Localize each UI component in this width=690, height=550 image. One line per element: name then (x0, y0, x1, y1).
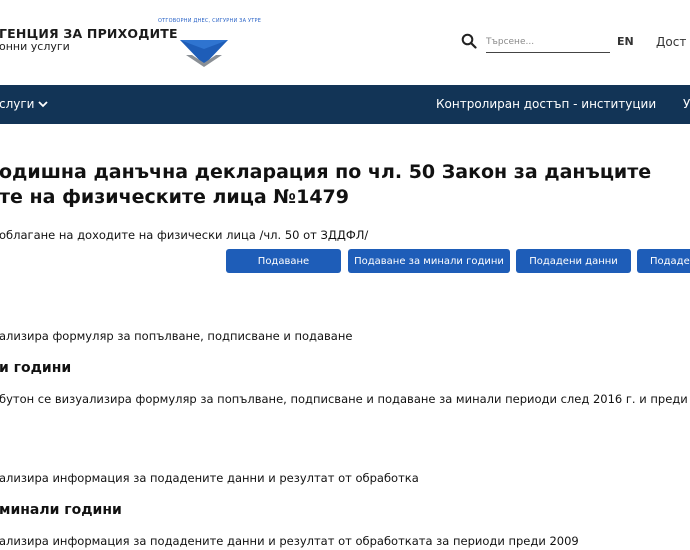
section-past-years-heading: и години (0, 360, 72, 376)
language-switch[interactable]: EN (617, 35, 634, 48)
main-navbar: слуги Контролиран достъп - институции У (0, 85, 690, 124)
page-title: одишна данъчна декларация по чл. 50 Зако… (0, 160, 690, 210)
agency-subtitle: онни услуги (0, 40, 70, 53)
page-subtitle: облагане на доходите на физически лица /… (0, 228, 369, 242)
nav-item-cut[interactable]: У (683, 97, 690, 111)
search-icon[interactable] (461, 33, 477, 49)
nav-services-label: слуги (0, 97, 35, 111)
submitted-data-button[interactable]: Подадени данни (516, 249, 631, 273)
nav-services-menu[interactable]: слуги (0, 97, 49, 111)
section-submit-text: ализира формуляр за попълване, подписван… (0, 329, 353, 343)
section-submitted-text: ализира информация за подадените данни и… (0, 471, 419, 485)
logo-caption: ОТГОВОРНИ ДНЕС, СИГУРНИ ЗА УТРЕ (158, 18, 262, 24)
section-past-years-text: бутон се визуализира формуляр за попълва… (0, 392, 690, 406)
section-submitted-past-text: ализира информация за подадените данни и… (0, 534, 579, 548)
agency-name[interactable]: ГЕНЦИЯ ЗА ПРИХОДИТЕ (0, 26, 178, 41)
submit-past-years-button[interactable]: Подаване за минали години (348, 249, 510, 273)
search-input[interactable] (486, 32, 610, 53)
chevron-down-icon (38, 100, 49, 111)
access-link[interactable]: Дост (656, 35, 686, 49)
submitted-data-past-button[interactable]: Подаден (637, 249, 690, 273)
submit-button[interactable]: Подаване (226, 249, 341, 273)
nav-controlled-access[interactable]: Контролиран достъп - институции (436, 97, 656, 111)
page-title-line-2: те на физическите лица №1479 (0, 186, 349, 208)
section-submitted-past-heading: минали години (0, 502, 122, 518)
site-header: ГЕНЦИЯ ЗА ПРИХОДИТЕ онни услуги ОТГОВОРН… (0, 0, 690, 85)
page-title-line-1: одишна данъчна декларация по чл. 50 Зако… (0, 161, 652, 183)
